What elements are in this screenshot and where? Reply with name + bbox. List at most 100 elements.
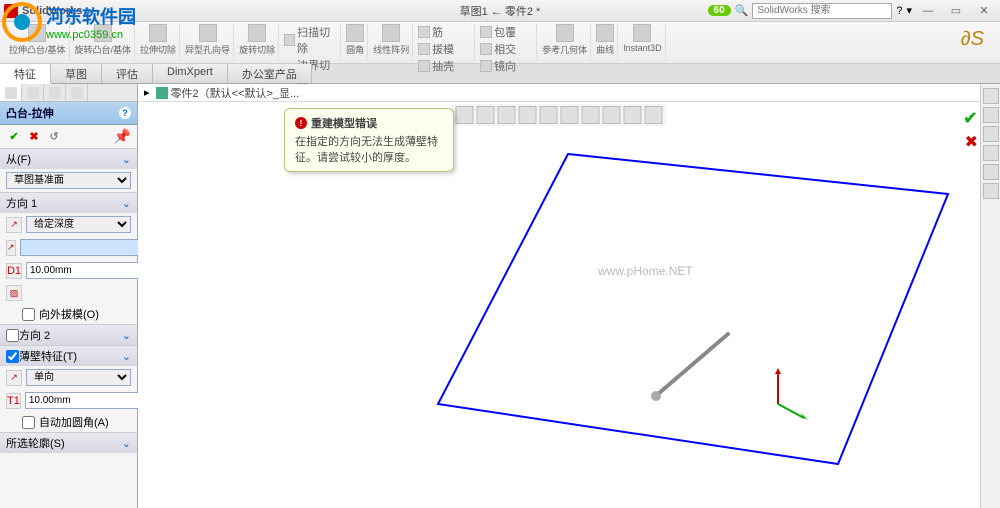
tab-office[interactable]: 办公室产品 xyxy=(228,64,312,83)
direction-icon[interactable]: ↗ xyxy=(6,217,22,233)
section-dir2: 方向 2⌄ xyxy=(0,324,137,345)
display-style-icon[interactable] xyxy=(561,106,579,124)
zoom-area-icon[interactable] xyxy=(477,106,495,124)
draft-outward-label: 向外拔模(O) xyxy=(39,306,99,322)
appearance-icon[interactable] xyxy=(603,106,621,124)
help-badge[interactable]: ? xyxy=(119,107,131,119)
breadcrumb-arrow-icon: ▸ xyxy=(88,4,94,17)
hide-show-icon[interactable] xyxy=(582,106,600,124)
tab-evaluate[interactable]: 评估 xyxy=(102,64,153,83)
app-name: SolidWorks xyxy=(22,5,82,17)
search-icon: 🔍 xyxy=(735,4,749,17)
sweep-icon xyxy=(284,34,295,46)
dir1-label: 方向 1 xyxy=(6,195,37,211)
thin-label: 薄壁特征(T) xyxy=(19,348,77,364)
panel-tab-3[interactable] xyxy=(44,84,66,101)
ds-logo-icon: ∂S xyxy=(951,24,994,61)
ribbon-wrap-group: 包覆 相交 镜向 xyxy=(477,24,537,61)
draft-outward-checkbox[interactable] xyxy=(22,308,35,321)
close-button[interactable]: ✕ xyxy=(972,4,996,18)
viewport[interactable]: ▸ 零件2（默认<<默认>_显... !重建模型错误 在指定的方向无法生成薄壁特… xyxy=(138,84,980,508)
auto-fillet-checkbox[interactable] xyxy=(22,416,35,429)
section-from: 从(F)⌄ 草图基准面 xyxy=(0,148,137,192)
view-palette-icon[interactable] xyxy=(983,145,999,161)
ribbon-revolve[interactable]: 旋转凸台/基体 xyxy=(72,24,136,61)
thin-checkbox[interactable] xyxy=(6,350,19,363)
revolve-icon xyxy=(94,24,112,42)
section-view-icon[interactable] xyxy=(519,106,537,124)
wrap-icon xyxy=(480,26,492,38)
resources-icon[interactable] xyxy=(983,88,999,104)
curves-icon xyxy=(596,24,614,42)
tab-sketch[interactable]: 草图 xyxy=(51,64,102,83)
thin-type-select[interactable]: 单向 xyxy=(26,369,131,386)
ribbon-draft[interactable]: 拔模 xyxy=(418,41,454,57)
section-contour: 所选轮廓(S)⌄ xyxy=(0,432,137,453)
help-icon[interactable]: ? xyxy=(896,5,902,17)
prev-view-icon[interactable] xyxy=(498,106,516,124)
thin-dir-icon[interactable]: ↗ xyxy=(6,370,22,386)
viewport-breadcrumb-bar: ▸ 零件2（默认<<默认>_显... xyxy=(138,84,980,102)
ribbon-intersect[interactable]: 相交 xyxy=(480,41,516,57)
panel-tab-4[interactable] xyxy=(66,84,88,101)
divider: ▾ xyxy=(906,4,912,17)
ribbon-fillet[interactable]: 圆角 xyxy=(343,24,368,61)
reverse-icon[interactable]: ↗ xyxy=(6,240,16,256)
collapse-icon[interactable]: ⌄ xyxy=(122,329,131,342)
appearances-icon[interactable] xyxy=(983,164,999,180)
design-library-icon[interactable] xyxy=(983,107,999,123)
ribbon-sweep-cut[interactable]: 扫描切除 xyxy=(284,24,337,56)
ribbon-extrude[interactable]: 拉伸凸台/基体 xyxy=(6,24,70,61)
thickness-icon: T1 xyxy=(6,393,21,409)
tab-dimxpert[interactable]: DimXpert xyxy=(153,64,228,83)
perf-badge: 60 xyxy=(708,5,731,16)
dir1-type-select[interactable]: 给定深度 xyxy=(26,216,131,233)
pin-button[interactable]: 📌 xyxy=(114,128,131,145)
breadcrumb-text[interactable]: 零件2（默认<<默认>_显... xyxy=(171,85,300,101)
tab-features[interactable]: 特征 xyxy=(0,64,51,84)
panel-tab-feature[interactable] xyxy=(0,84,22,101)
detail-preview-button[interactable]: ↺ xyxy=(46,128,62,144)
view-orient-icon[interactable] xyxy=(540,106,558,124)
panel-icon-4 xyxy=(71,87,83,99)
minimize-button[interactable]: — xyxy=(916,4,940,18)
ribbon-mirror[interactable]: 镜向 xyxy=(480,58,516,74)
draft-icon[interactable]: ▨ xyxy=(6,285,22,301)
titlebar: SolidWorks ▸ 草图1 ← 零件2 * 60 🔍 ? ▾ — ▭ ✕ xyxy=(0,0,1000,22)
ok-button[interactable]: ✔ xyxy=(6,128,22,144)
ribbon-instant3d[interactable]: Instant3D xyxy=(620,24,666,61)
panel-tab-2[interactable] xyxy=(22,84,44,101)
feature-tree-icon xyxy=(5,87,17,99)
rib-icon xyxy=(418,26,430,38)
ribbon-refgeom[interactable]: 参考几何体 xyxy=(539,24,591,61)
pattern-icon xyxy=(382,24,400,42)
cancel-button[interactable]: ✖ xyxy=(26,128,42,144)
ribbon-hole[interactable]: 异型孔向导 xyxy=(182,24,234,61)
restore-button[interactable]: ▭ xyxy=(944,4,968,18)
collapse-icon[interactable]: ⌄ xyxy=(122,437,131,450)
from-select[interactable]: 草图基准面 xyxy=(6,172,131,189)
confirm-corner-cancel[interactable]: ✖ xyxy=(965,132,978,152)
confirm-row: ✔ ✖ ↺ 📌 xyxy=(0,125,137,148)
expand-tree-icon[interactable]: ▸ xyxy=(144,86,150,99)
file-explorer-icon[interactable] xyxy=(983,126,999,142)
scene-icon[interactable] xyxy=(624,106,642,124)
ribbon-pattern[interactable]: 线性阵列 xyxy=(370,24,413,61)
zoom-fit-icon[interactable] xyxy=(456,106,474,124)
part-icon xyxy=(156,87,168,99)
view-settings-icon[interactable] xyxy=(645,106,663,124)
ribbon-shell[interactable]: 抽壳 xyxy=(418,58,454,74)
ribbon-cut-extrude[interactable]: 拉伸切除 xyxy=(137,24,180,61)
confirm-corner-ok[interactable]: ✔ xyxy=(963,108,978,129)
custom-props-icon[interactable] xyxy=(983,183,999,199)
ribbon-wrap[interactable]: 包覆 xyxy=(480,24,516,40)
ribbon-rib[interactable]: 筋 xyxy=(418,24,443,40)
collapse-icon[interactable]: ⌄ xyxy=(122,153,131,166)
section-dir1: 方向 1⌄ ↗给定深度 ↗ D1▲▼ ▨ 向外拔模(O) xyxy=(0,192,137,324)
ribbon-curves[interactable]: 曲线 xyxy=(593,24,618,61)
search-input[interactable] xyxy=(752,3,892,19)
collapse-icon[interactable]: ⌄ xyxy=(122,197,131,210)
ribbon-rev-cut[interactable]: 旋转切除 xyxy=(236,24,279,61)
dir2-checkbox[interactable] xyxy=(6,329,19,342)
collapse-icon[interactable]: ⌄ xyxy=(122,350,131,363)
